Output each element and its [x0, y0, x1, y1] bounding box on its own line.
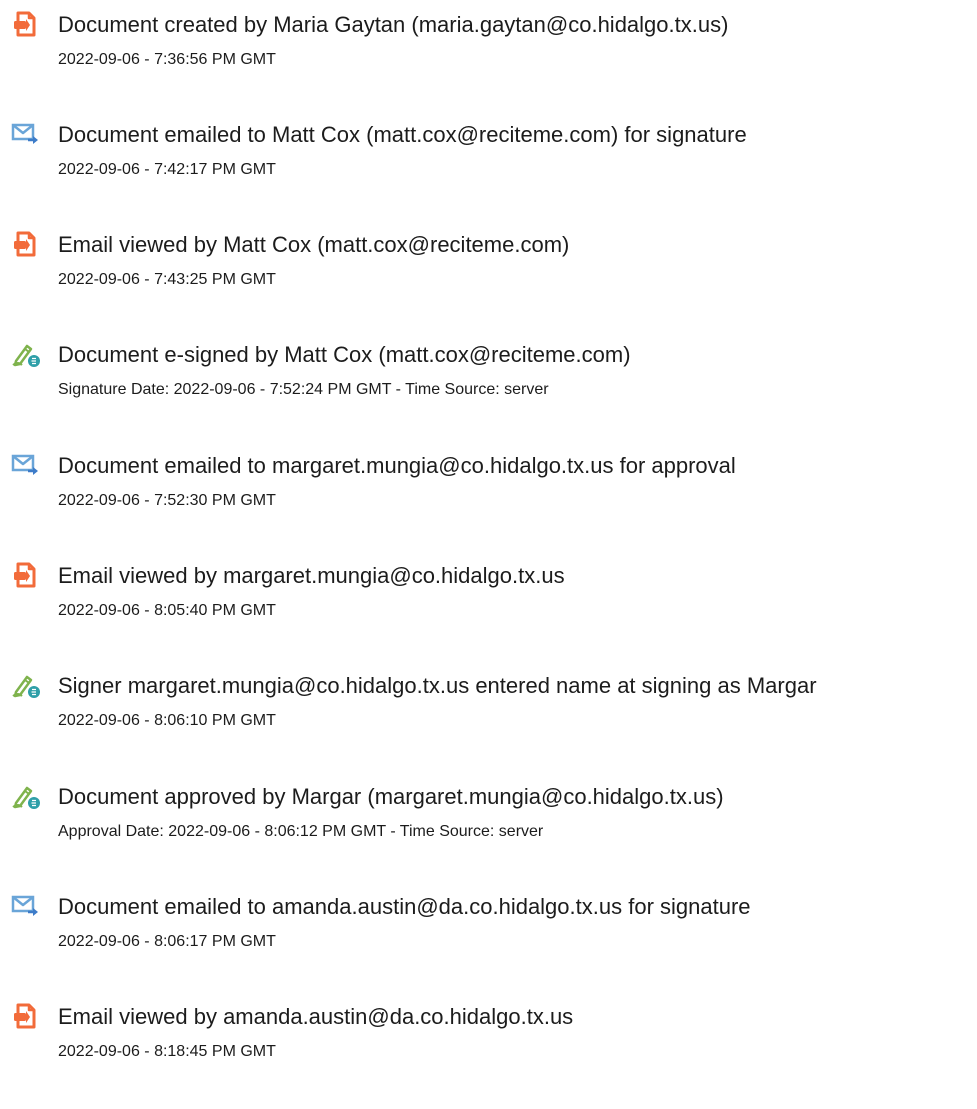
- audit-entry: Email viewed by margaret.mungia@co.hidal…: [0, 561, 977, 641]
- event-title: Document e-signed by Matt Cox (matt.cox@…: [58, 342, 631, 367]
- audit-entry: Document emailed to Matt Cox (matt.cox@r…: [0, 120, 977, 200]
- audit-entry: Email viewed by amanda.austin@da.co.hida…: [0, 1002, 977, 1082]
- audit-entry: Document created by Maria Gaytan (maria.…: [0, 10, 977, 90]
- email-sent-icon: [10, 892, 42, 920]
- event-title: Email viewed by Matt Cox (matt.cox@recit…: [58, 232, 570, 257]
- event-timestamp: 2022-09-06 - 7:52:30 PM GMT: [58, 492, 276, 509]
- audit-entry: Document approved by Margar (margaret.mu…: [0, 782, 977, 862]
- event-title: Email viewed by margaret.mungia@co.hidal…: [58, 563, 565, 588]
- document-viewed-icon: [10, 561, 42, 589]
- audit-entry: Signer margaret.mungia@co.hidalgo.tx.us …: [0, 671, 977, 751]
- e-sign-icon: [10, 671, 42, 699]
- event-title: Document approved by Margar (margaret.mu…: [58, 784, 724, 809]
- event-title: Document emailed to Matt Cox (matt.cox@r…: [58, 122, 747, 147]
- event-title: Document emailed to amanda.austin@da.co.…: [58, 894, 751, 919]
- event-title: Email viewed by amanda.austin@da.co.hida…: [58, 1004, 574, 1029]
- event-timestamp: 2022-09-06 - 7:36:56 PM GMT: [58, 51, 276, 68]
- event-timestamp: 2022-09-06 - 7:42:17 PM GMT: [58, 161, 276, 178]
- e-sign-icon: [10, 340, 42, 368]
- document-viewed-icon: [10, 230, 42, 258]
- event-timestamp: Approval Date: 2022-09-06 - 8:06:12 PM G…: [58, 823, 544, 840]
- audit-entry: Document emailed to amanda.austin@da.co.…: [0, 892, 977, 972]
- event-title: Document emailed to margaret.mungia@co.h…: [58, 453, 736, 478]
- audit-entry: Document emailed to margaret.mungia@co.h…: [0, 451, 977, 531]
- email-sent-icon: [10, 120, 42, 148]
- event-timestamp: 2022-09-06 - 8:06:17 PM GMT: [58, 933, 276, 950]
- event-title: Signer margaret.mungia@co.hidalgo.tx.us …: [58, 673, 817, 698]
- event-timestamp: 2022-09-06 - 7:43:25 PM GMT: [58, 271, 276, 288]
- document-created-icon: [10, 10, 42, 38]
- audit-entry: Document e-signed by Matt Cox (matt.cox@…: [0, 340, 977, 420]
- event-timestamp: Signature Date: 2022-09-06 - 7:52:24 PM …: [58, 381, 549, 398]
- event-timestamp: 2022-09-06 - 8:06:10 PM GMT: [58, 712, 276, 729]
- audit-entry: Email viewed by Matt Cox (matt.cox@recit…: [0, 230, 977, 310]
- email-sent-icon: [10, 451, 42, 479]
- document-viewed-icon: [10, 1002, 42, 1030]
- event-timestamp: 2022-09-06 - 8:05:40 PM GMT: [58, 602, 276, 619]
- event-title: Document created by Maria Gaytan (maria.…: [58, 12, 729, 37]
- e-sign-icon: [10, 782, 42, 810]
- event-timestamp: 2022-09-06 - 8:18:45 PM GMT: [58, 1043, 276, 1060]
